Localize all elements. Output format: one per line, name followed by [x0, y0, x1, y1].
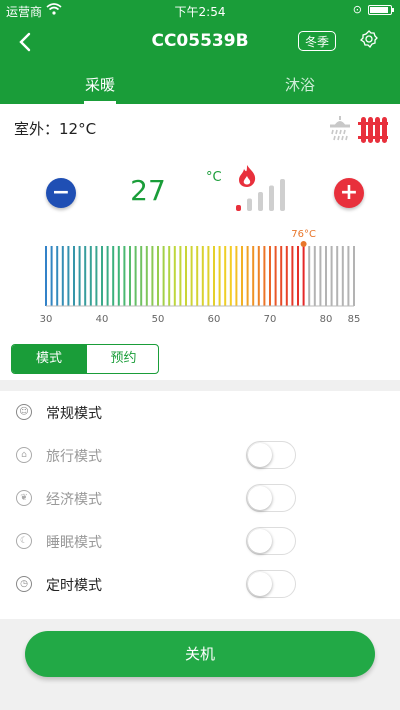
level-bar: [269, 185, 274, 211]
mode-item-sleep: ☾ 睡眠模式: [0, 520, 400, 562]
settings-gear-icon[interactable]: [360, 30, 378, 48]
tab-heating[interactable]: 采暖: [0, 74, 200, 95]
current-temp-label: 76°C: [291, 229, 316, 240]
timer-mode-toggle[interactable]: [246, 570, 296, 598]
toggle-knob: [248, 443, 272, 467]
scale-tick-label: 70: [264, 314, 277, 325]
power-off-button[interactable]: 关机: [25, 631, 375, 677]
heating-panel: 室外：12°C − 27 °C + 30 40 50 60 70 80 85 76°C 模式 …: [0, 104, 400, 380]
radiator-icon: [358, 117, 388, 143]
segment-mode[interactable]: 模式: [12, 345, 86, 373]
luggage-icon: ⌂: [16, 447, 32, 463]
mode-item-travel: ⌂ 旅行模式: [0, 434, 400, 476]
travel-mode-toggle[interactable]: [246, 441, 296, 469]
shower-icon: [330, 116, 350, 141]
mode-label: 经济模式: [46, 492, 102, 508]
mode-item-timer: ◷ 定时模式: [0, 563, 400, 605]
mode-tabs: 采暖 沐浴: [0, 64, 400, 104]
scale-tick-label: 60: [208, 314, 221, 325]
outdoor-temperature: 室外：12°C: [14, 120, 97, 138]
clock-icon: ◷: [16, 576, 32, 592]
level-bar: [236, 205, 241, 211]
temperature-unit: °C: [206, 170, 222, 185]
toggle-knob: [248, 572, 272, 596]
toggle-knob: [248, 529, 272, 553]
scale-tick-label: 50: [152, 314, 165, 325]
segment-schedule[interactable]: 预约: [86, 345, 158, 373]
clock: 下午2:54: [174, 5, 226, 19]
mode-label: 旅行模式: [46, 449, 102, 465]
tab-shower[interactable]: 沐浴: [200, 74, 400, 95]
mode-list: ☺ 常规模式 ⌂ 旅行模式 ❦ 经济模式 ☾ 睡眠模式 ◷ 定时模式: [0, 391, 400, 619]
mode-label: 睡眠模式: [46, 535, 102, 551]
battery-icon: [368, 5, 394, 15]
toggle-knob: [248, 486, 272, 510]
mode-item-normal[interactable]: ☺ 常规模式: [0, 391, 400, 433]
scale-tick-label: 40: [96, 314, 109, 325]
target-temperature: 27: [130, 174, 166, 207]
leaf-icon: ❦: [16, 490, 32, 506]
sleep-mode-toggle[interactable]: [246, 527, 296, 555]
season-button[interactable]: 冬季: [298, 31, 336, 51]
level-bar: [258, 192, 263, 211]
mode-label: 常规模式: [46, 406, 102, 422]
status-bar: 运营商 下午2:54 ⊙: [0, 0, 400, 20]
mode-item-economy: ❦ 经济模式: [0, 477, 400, 519]
temperature-scale[interactable]: 30 40 50 60 70 80 85 76°C: [0, 222, 400, 332]
moon-icon: ☾: [16, 533, 32, 549]
smiley-icon: ☺: [16, 404, 32, 420]
economy-mode-toggle[interactable]: [246, 484, 296, 512]
scale-tick-label: 85: [348, 314, 361, 325]
settings-segmented-control: 模式 预约: [11, 344, 159, 374]
device-title: CC05539B: [151, 31, 249, 51]
scale-tick-label: 30: [40, 314, 53, 325]
scale-tick-label: 80: [320, 314, 333, 325]
battery-fill: [370, 7, 388, 13]
level-bar: [247, 198, 252, 211]
mode-label: 定时模式: [46, 578, 102, 594]
level-bar: [280, 179, 285, 211]
navigation-bar: CC05539B 冬季: [0, 20, 400, 64]
decrease-temp-button[interactable]: −: [46, 178, 76, 208]
orientation-lock-icon: ⊙: [352, 3, 362, 16]
flame-level-indicator: [236, 179, 285, 211]
current-temp-marker[interactable]: [300, 241, 307, 247]
increase-temp-button[interactable]: +: [334, 178, 364, 208]
